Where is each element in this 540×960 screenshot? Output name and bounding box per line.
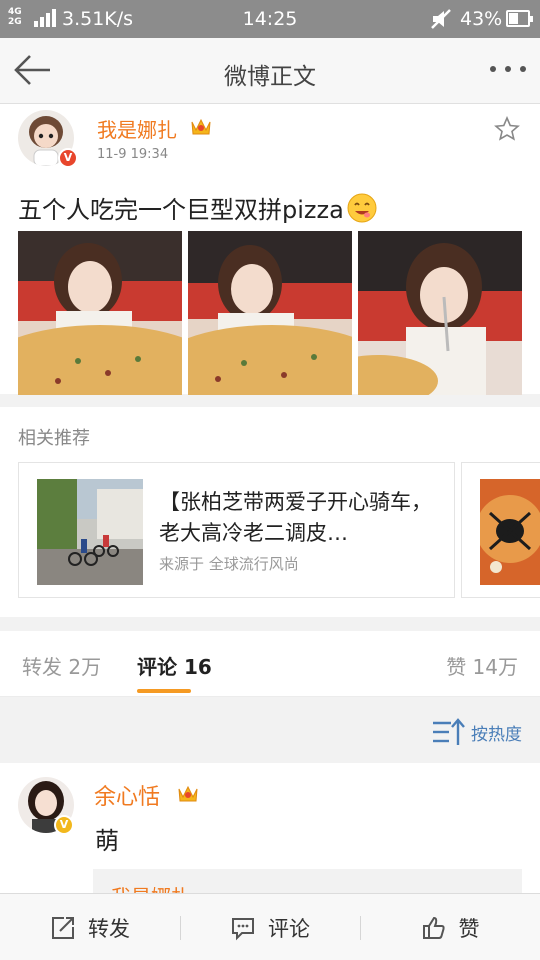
comment-icon	[232, 917, 254, 940]
page-title: 微博正文	[224, 64, 316, 90]
comment-text: 萌	[95, 827, 119, 855]
related-title: 相关推荐	[18, 428, 90, 449]
nav-bar: 微博正文	[0, 38, 540, 104]
comment-verified-badge: V	[54, 815, 74, 835]
post-text-content: 五个人吃完一个巨型双拼pizza	[18, 196, 344, 224]
comment-button[interactable]: 评论	[180, 894, 360, 960]
related-recommendations: 相关推荐 【张柏芝带两爱子开心骑车，老大高冷老二调皮… 来源于 全球流行风尚	[0, 407, 540, 617]
sort-bar: 按热度	[0, 697, 540, 763]
like-button[interactable]: 赞	[360, 894, 540, 960]
tab-likes[interactable]: 赞 14万	[446, 651, 518, 680]
post-text: 五个人吃完一个巨型双拼pizza	[18, 190, 378, 225]
comment-crown-icon	[178, 785, 198, 802]
repost-label: 转发	[88, 916, 130, 941]
more-dots-icon[interactable]	[490, 66, 526, 76]
active-tab-indicator	[137, 689, 191, 693]
post-photo-2[interactable]	[188, 231, 352, 395]
related-thumbnail	[37, 479, 143, 585]
tab-repost[interactable]: 转发 2万	[22, 651, 101, 680]
comment-username[interactable]: 余心恬	[94, 779, 160, 811]
mute-icon	[431, 9, 451, 29]
related-card-source: 来源于 全球流行风尚	[159, 555, 299, 573]
comment-item: V 余心恬 萌 我是娜扎	[0, 763, 540, 909]
post-photo-3[interactable]	[358, 231, 522, 395]
related-thumbnail-2	[480, 479, 540, 585]
weibo-post: V 我是娜扎 11-9 19:34 五个人吃完一个巨型双拼pizza	[0, 104, 540, 395]
related-card-title: 【张柏芝带两爱子开心骑车，老大高冷老二调皮…	[159, 490, 432, 545]
favorite-star-icon[interactable]	[494, 116, 520, 142]
post-date: 11-9 19:34	[97, 147, 169, 162]
sort-label: 按热度	[471, 724, 522, 745]
related-card[interactable]: 【张柏芝带两爱子开心骑车，老大高冷老二调皮… 来源于 全球流行风尚	[18, 462, 455, 598]
related-card-partial[interactable]	[461, 462, 540, 598]
status-bar: 4G 2G 3.51K/s 14:25 43%	[0, 0, 540, 38]
thumbs-up-icon	[422, 916, 445, 939]
battery-icon	[506, 10, 533, 27]
smile-emoji-icon	[347, 193, 377, 223]
repost-icon	[52, 916, 74, 939]
sort-icon	[433, 718, 465, 745]
verified-badge: V	[58, 148, 78, 168]
tab-comments[interactable]: 评论 16	[137, 651, 212, 680]
comment-label: 评论	[268, 916, 310, 941]
sort-by-heat-button[interactable]: 按热度	[431, 717, 522, 747]
like-label: 赞	[458, 916, 480, 941]
clock: 14:25	[242, 8, 298, 30]
battery-percent: 43%	[460, 8, 503, 30]
post-photo-1[interactable]	[18, 231, 182, 395]
post-username[interactable]: 我是娜扎	[97, 114, 177, 143]
interaction-tabs: 转发 2万 评论 16 赞 14万	[0, 631, 540, 697]
repost-button[interactable]: 转发	[0, 894, 180, 960]
crown-icon	[191, 118, 211, 135]
bottom-action-bar: 转发 评论 赞	[0, 893, 540, 960]
